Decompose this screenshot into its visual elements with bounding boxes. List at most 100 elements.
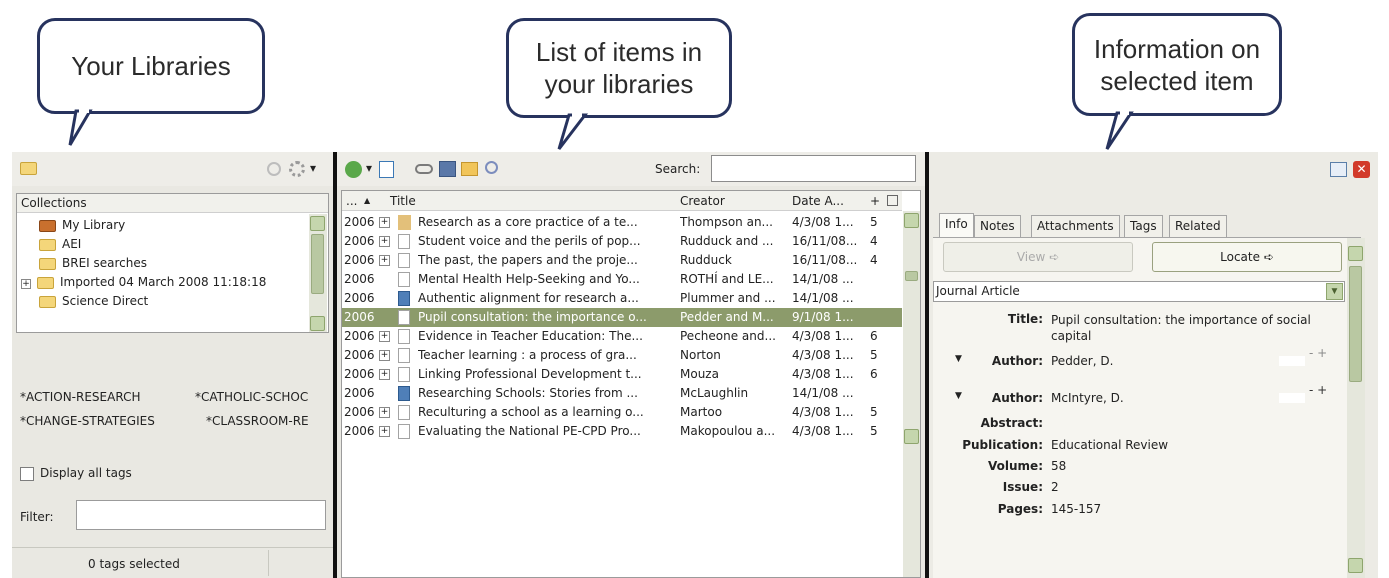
row-notes-count: 4 [870,253,878,267]
view-button[interactable]: View ➪ [943,242,1133,272]
display-all-tags[interactable]: Display all tags [20,466,132,481]
row-notes-count: 5 [870,215,878,229]
close-icon[interactable]: ✕ [1353,161,1370,178]
collection-item-imported[interactable]: + Imported 04 March 2008 11:18:18 [17,273,266,292]
column-notes-count[interactable]: + [870,191,880,211]
link-icon[interactable] [415,164,433,174]
expand-toggle[interactable]: + [379,369,390,380]
expand-toggle[interactable]: + [379,350,390,361]
scroll-down-button[interactable] [904,429,919,444]
scroll-down-button[interactable] [1348,558,1363,573]
scroll-down-button[interactable] [310,316,325,331]
row-year: 2006 [344,329,375,343]
field-value-author[interactable]: McIntyre, D. [1051,391,1124,405]
note-icon[interactable] [461,162,478,176]
collection-item-aei[interactable]: AEI [17,235,81,254]
collection-item-science-direct[interactable]: Science Direct [17,292,148,311]
search-input[interactable] [711,155,916,182]
table-row[interactable]: 2006 Authentic alignment for research a.… [342,289,902,308]
search-icon[interactable] [485,161,498,174]
author-role-box[interactable] [1279,356,1305,366]
table-row[interactable]: 2006 + Student voice and the perils of p… [342,232,902,251]
author-toggle-icon[interactable]: ▼ [955,391,962,401]
tag-item[interactable]: *CLASSROOM-RE [206,414,309,428]
table-row[interactable]: 2006 + Evidence in Teacher Education: Th… [342,327,902,346]
chevron-down-icon[interactable]: ▼ [1326,283,1343,300]
info-scrollbar[interactable] [1347,238,1365,578]
field-value-author[interactable]: Pedder, D. [1051,354,1113,368]
tab-notes[interactable]: Notes [974,215,1021,237]
expand-toggle[interactable]: + [379,255,390,266]
chevron-down-icon[interactable]: ▾ [366,161,372,175]
table-row-selected[interactable]: 2006 Pupil consultation: the importance … [342,308,902,327]
table-row[interactable]: 2006 + Research as a core practice of a … [342,213,902,232]
table-row[interactable]: 2006 Mental Health Help-Seeking and Yo..… [342,270,902,289]
remove-add-author[interactable]: - + [1309,346,1327,360]
column-creator[interactable]: Creator [680,191,725,211]
tag-item[interactable]: *CHANGE-STRATEGIES [20,414,155,428]
column-sort-year[interactable]: ... [346,191,357,211]
scroll-thumb[interactable] [905,271,918,281]
scroll-thumb[interactable] [311,234,324,294]
table-row[interactable]: 2006 Researching Schools: Stories from .… [342,384,902,403]
table-row[interactable]: 2006 + Evaluating the National PE-CPD Pr… [342,422,902,441]
field-value-abstract[interactable] [1051,416,1331,432]
filter-input[interactable] [76,500,326,530]
item-type-select[interactable]: Journal Article ▼ [933,281,1345,302]
add-by-identifier-icon[interactable] [379,161,394,178]
collection-item-brei-searches[interactable]: BREI searches [17,254,147,273]
callout-your-libraries: Your Libraries [37,18,265,146]
locate-button[interactable]: Locate ➪ [1152,242,1342,272]
row-date: 4/3/08 1... [792,348,854,362]
collection-item-my-library[interactable]: My Library [17,216,125,235]
expand-toggle[interactable]: + [21,279,31,289]
scroll-up-button[interactable] [1348,246,1363,261]
column-title[interactable]: Title [390,191,416,211]
document-icon [398,253,410,268]
table-row[interactable]: 2006 + Linking Professional Development … [342,365,902,384]
fullscreen-icon[interactable] [1330,162,1347,177]
field-value-publication[interactable]: Educational Review [1051,438,1168,452]
new-item-icon[interactable] [345,161,362,178]
attachment-icon[interactable] [439,161,456,177]
author-toggle-icon[interactable]: ▼ [955,354,962,364]
row-creator: Plummer and ... [680,291,776,305]
items-scrollbar[interactable] [903,211,920,577]
new-collection-icon[interactable] [20,162,37,175]
remove-add-author[interactable]: - + [1309,383,1327,397]
display-all-tags-checkbox[interactable] [20,466,34,481]
tag-item[interactable]: *ACTION-RESEARCH [20,390,140,404]
author-role-box[interactable] [1279,393,1305,403]
column-date-added[interactable]: Date A... [792,191,844,211]
field-value-title[interactable]: Pupil consultation: the importance of so… [1051,312,1341,344]
tab-info[interactable]: Info [939,213,974,238]
tag-item[interactable]: *CATHOLIC-SCHOC [195,390,308,404]
field-value-pages[interactable]: 145-157 [1051,502,1101,516]
column-picker-icon[interactable] [887,195,898,206]
scroll-thumb[interactable] [1349,266,1362,382]
gear-icon[interactable] [289,161,305,177]
field-value-volume[interactable]: 58 [1051,459,1066,473]
table-row[interactable]: 2006 + Teacher learning : a process of g… [342,346,902,365]
row-date: 4/3/08 1... [792,215,854,229]
expand-toggle[interactable]: + [379,426,390,437]
row-date: 4/3/08 1... [792,424,854,438]
collections-scrollbar[interactable] [309,214,327,332]
scroll-up-button[interactable] [904,213,919,228]
scroll-up-button[interactable] [310,216,325,231]
tab-attachments[interactable]: Attachments [1031,215,1120,237]
field-value-issue[interactable]: 2 [1051,480,1059,494]
expand-toggle[interactable]: + [379,331,390,342]
expand-toggle[interactable]: + [379,407,390,418]
expand-toggle[interactable]: + [379,236,390,247]
expand-toggle[interactable]: + [379,217,390,228]
tab-related[interactable]: Related [1169,215,1227,237]
table-row[interactable]: 2006 + Reculturing a school as a learnin… [342,403,902,422]
sync-icon[interactable] [267,162,281,176]
collections-header: Collections [17,194,328,213]
table-row[interactable]: 2006 + The past, the papers and the proj… [342,251,902,270]
tab-tags[interactable]: Tags [1124,215,1163,237]
document-icon [398,310,410,325]
collection-label: AEI [62,237,82,251]
chevron-down-icon[interactable]: ▾ [310,161,316,175]
